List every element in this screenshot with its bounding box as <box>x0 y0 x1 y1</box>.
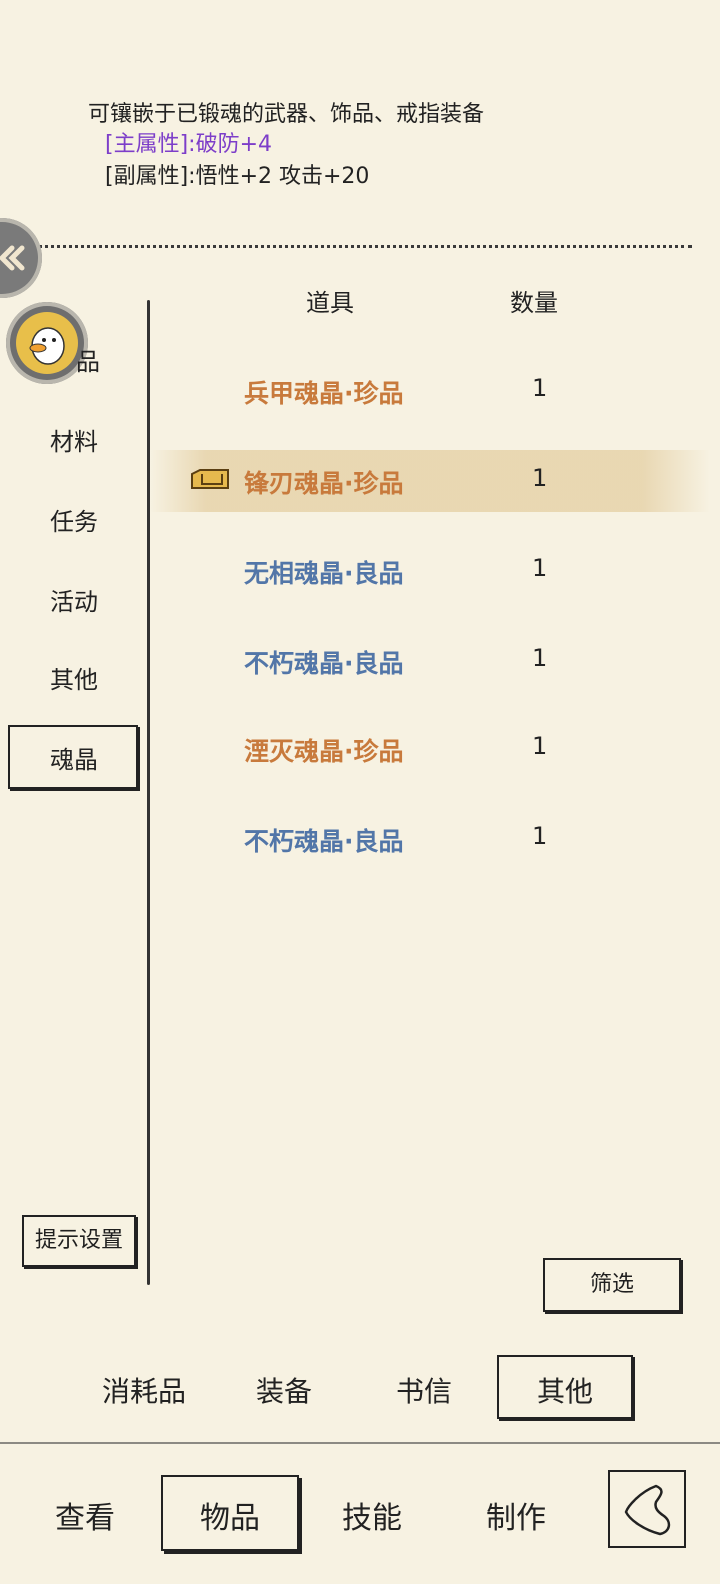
double-chevron-icon <box>0 245 25 271</box>
category-items[interactable]: 品 <box>58 342 118 377</box>
subtab-others[interactable]: 其他 <box>537 1370 593 1410</box>
hint-settings-button[interactable]: 提示设置 <box>22 1215 136 1267</box>
item-name: 无相魂晶·良品 <box>244 559 404 588</box>
dotted-separator <box>20 245 692 248</box>
item-name: 湮灭魂晶·珍品 <box>244 737 404 766</box>
subtab-letters[interactable]: 书信 <box>396 1370 452 1410</box>
subtab-consumables[interactable]: 消耗品 <box>102 1370 186 1410</box>
main-attribute: [主属性]:破防+4 <box>105 132 273 157</box>
table-row[interactable]: 湮灭魂晶·珍品 1 <box>150 718 710 778</box>
nav-divider <box>0 1442 720 1444</box>
collapse-button[interactable] <box>0 218 42 298</box>
sub-attribute: [副属性]:悟性+2 攻击+20 <box>105 164 370 189</box>
table-row[interactable]: 不朽魂晶·良品 1 <box>150 630 710 690</box>
filter-button[interactable]: 筛选 <box>543 1258 681 1312</box>
table-row[interactable]: 不朽魂晶·良品 1 <box>150 808 710 868</box>
back-arrow-icon <box>624 1484 671 1536</box>
nav-craft[interactable]: 制作 <box>486 1493 546 1537</box>
category-soul-crystal[interactable]: 魂晶 <box>18 740 130 775</box>
item-quantity: 1 <box>532 374 548 402</box>
back-button[interactable] <box>608 1470 686 1548</box>
item-name: 不朽魂晶·良品 <box>244 827 404 856</box>
column-header-item: 道具 <box>306 289 354 317</box>
nav-view[interactable]: 查看 <box>55 1493 115 1537</box>
item-name: 兵甲魂晶·珍品 <box>244 379 404 408</box>
nav-skills[interactable]: 技能 <box>342 1493 402 1537</box>
category-events[interactable]: 活动 <box>18 582 130 617</box>
table-row[interactable]: 兵甲魂晶·珍品 1 <box>150 360 710 420</box>
category-materials[interactable]: 材料 <box>18 422 130 457</box>
equipped-crystal-icon <box>191 469 229 489</box>
item-quantity: 1 <box>532 464 548 492</box>
subtab-equipment[interactable]: 装备 <box>256 1370 312 1410</box>
item-description: 可镶嵌于已锻魂的武器、饰品、戒指装备 <box>88 102 485 127</box>
item-name: 锋刃魂晶·珍品 <box>244 469 404 498</box>
item-quantity: 1 <box>532 822 548 850</box>
column-header-quantity: 数量 <box>510 289 558 317</box>
table-row[interactable]: 无相魂晶·良品 1 <box>150 540 710 600</box>
category-others[interactable]: 其他 <box>18 660 130 695</box>
table-row-selected[interactable]: 锋刃魂晶·珍品 1 <box>150 450 710 512</box>
sidebar-divider <box>147 300 150 1285</box>
category-quests[interactable]: 任务 <box>18 502 130 537</box>
item-quantity: 1 <box>532 554 548 582</box>
item-name: 不朽魂晶·良品 <box>244 649 404 678</box>
item-quantity: 1 <box>532 732 548 760</box>
item-quantity: 1 <box>532 644 548 672</box>
nav-items[interactable]: 物品 <box>200 1493 260 1537</box>
